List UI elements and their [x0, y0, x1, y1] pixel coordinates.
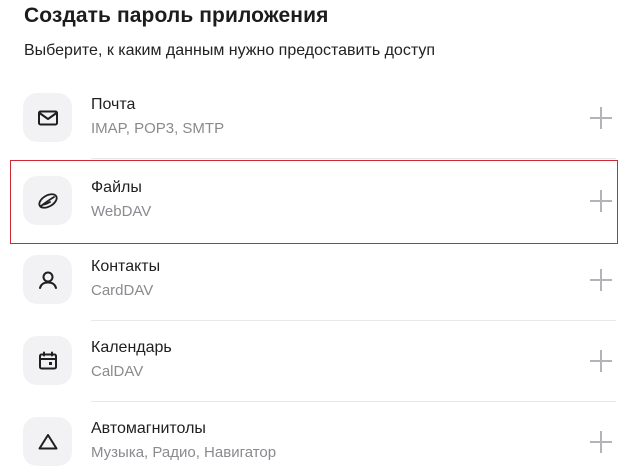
- page-title: Создать пароль приложения: [24, 4, 329, 27]
- plus-icon[interactable]: [590, 431, 612, 453]
- list-item-title: Календарь: [91, 339, 172, 356]
- plus-icon[interactable]: [590, 190, 612, 212]
- page-subtitle: Выберите, к каким данным нужно предостав…: [24, 42, 435, 59]
- plus-icon[interactable]: [590, 350, 612, 372]
- car-audio-icon: [23, 417, 72, 466]
- list-item-subtitle: IMAP, POP3, SMTP: [91, 120, 225, 137]
- calendar-icon: [23, 336, 72, 385]
- app-password-page: Создать пароль приложения Выберите, к ка…: [0, 0, 640, 473]
- plus-icon[interactable]: [590, 107, 612, 129]
- list-item-title: Автомагнитолы: [91, 420, 206, 437]
- list-item-subtitle: CardDAV: [91, 282, 154, 299]
- mail-icon: [23, 93, 72, 142]
- list-item-title: Почта: [91, 96, 136, 113]
- selection-highlight: [10, 160, 618, 244]
- list-item-mail[interactable]: Почта IMAP, POP3, SMTP: [0, 78, 640, 159]
- list-item-title: Файлы: [91, 179, 142, 196]
- list-item-subtitle: WebDAV: [91, 203, 152, 220]
- list-item-calendar[interactable]: Календарь CalDAV: [0, 321, 640, 402]
- plus-icon[interactable]: [590, 269, 612, 291]
- list-item-car-audio[interactable]: Автомагнитолы Музыка, Радио, Навигатор: [0, 402, 640, 473]
- list-item-files[interactable]: Файлы WebDAV: [0, 159, 640, 244]
- list-item-title: Контакты: [91, 258, 161, 275]
- list-item-subtitle: Музыка, Радио, Навигатор: [91, 444, 277, 461]
- contacts-icon: [23, 255, 72, 304]
- access-type-list: Почта IMAP, POP3, SMTP Файлы WebDAV Конт…: [0, 78, 640, 473]
- list-item-contacts[interactable]: Контакты CardDAV: [0, 240, 640, 321]
- list-item-subtitle: CalDAV: [91, 363, 144, 380]
- disk-icon: [23, 176, 72, 225]
